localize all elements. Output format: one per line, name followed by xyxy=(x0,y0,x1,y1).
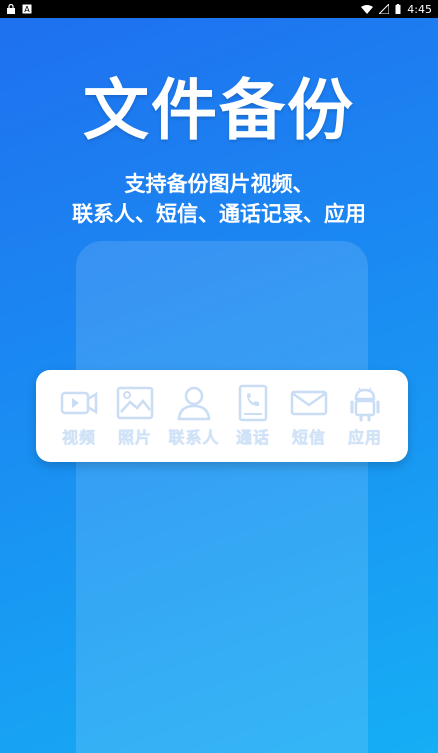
category-label: 照片 xyxy=(117,428,152,447)
svg-text:A: A xyxy=(24,5,30,14)
category-label: 应用 xyxy=(347,428,382,447)
status-bar-right: 4:45 xyxy=(361,3,432,16)
status-bar: A 4:45 xyxy=(0,0,438,18)
category-label: 短信 xyxy=(291,428,326,447)
notification-lock-icon xyxy=(7,4,15,14)
video-icon xyxy=(60,391,98,415)
category-contacts[interactable]: 联系人 xyxy=(164,384,224,448)
battery-icon xyxy=(395,4,401,14)
wifi-icon xyxy=(361,5,374,14)
category-label: 联系人 xyxy=(168,428,220,447)
glass-panel xyxy=(76,241,368,753)
notification-a-icon: A xyxy=(22,4,32,14)
sms-icon xyxy=(290,390,328,416)
app-screen: A 4:45 文件备份 支持备份图片视频、 联系人、短信、通话记录、应用 视频 … xyxy=(0,0,438,753)
category-photo[interactable]: 照片 xyxy=(108,384,162,448)
subtitle-line-1: 支持备份图片视频、 xyxy=(124,172,314,196)
category-label: 视频 xyxy=(61,428,96,447)
backup-category-card: 视频 照片 联系人 通话 短信 应用 xyxy=(36,370,408,462)
call-log-icon xyxy=(238,384,268,422)
contact-icon xyxy=(177,386,211,421)
status-bar-left: A xyxy=(6,4,32,14)
category-call-log[interactable]: 通话 xyxy=(226,384,280,448)
photo-icon xyxy=(116,386,154,420)
signal-icon xyxy=(379,4,390,14)
category-sms[interactable]: 短信 xyxy=(282,384,336,448)
subtitle-line-2: 联系人、短信、通话记录、应用 xyxy=(72,202,366,226)
page-title: 文件备份 xyxy=(83,72,355,149)
android-app-icon xyxy=(350,387,380,422)
category-apps[interactable]: 应用 xyxy=(338,384,392,448)
category-video[interactable]: 视频 xyxy=(52,384,106,448)
status-time: 4:45 xyxy=(407,2,432,16)
category-label: 通话 xyxy=(235,428,270,447)
